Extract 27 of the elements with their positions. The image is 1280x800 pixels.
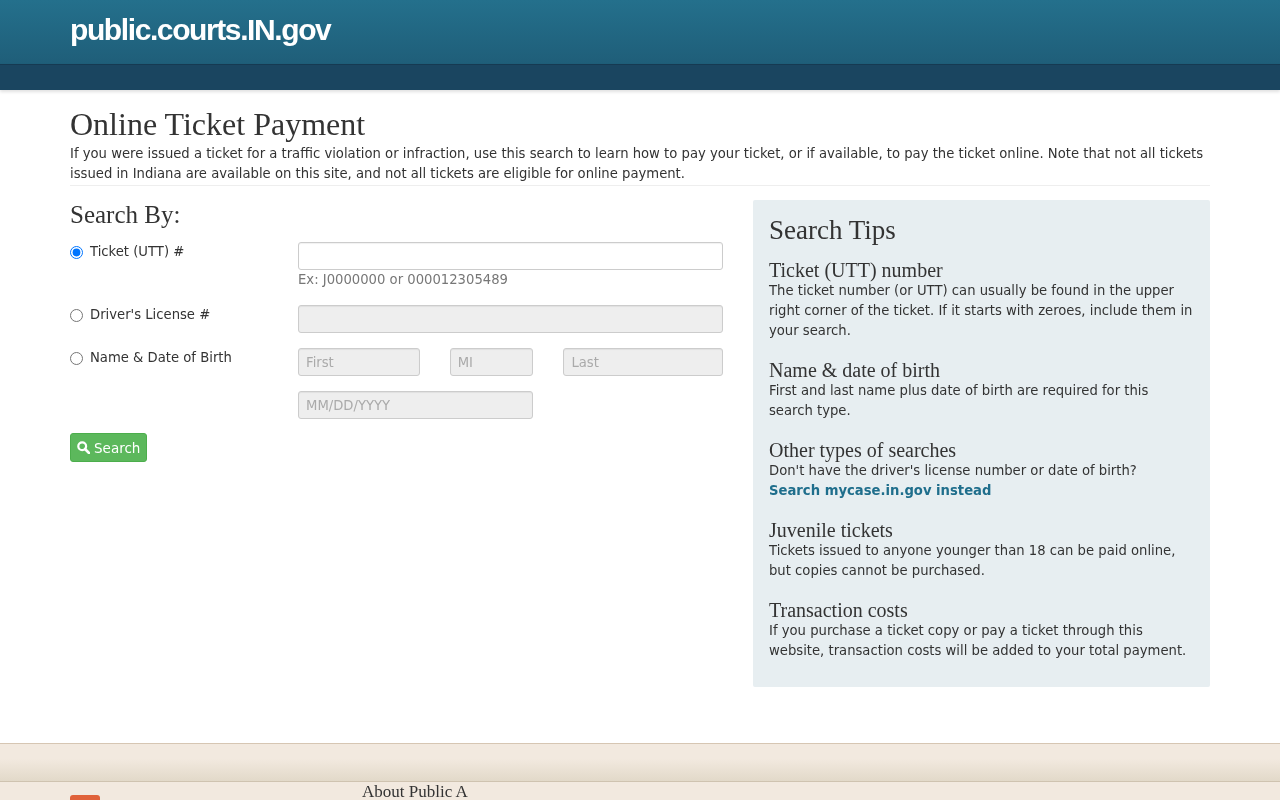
site-logo-link[interactable]: public.courts.IN.gov	[70, 10, 331, 50]
input-field[interactable]	[298, 242, 723, 270]
tip-heading: Ticket (UTT) number	[769, 259, 944, 281]
tip-heading: Juvenile tickets	[769, 519, 894, 541]
search-link[interactable]: Search mycase.in.gov instead	[769, 483, 992, 498]
tip-heading: Name & date of birth	[769, 359, 942, 381]
tip-heading: Transaction costs	[769, 599, 909, 621]
tip-text: If you purchase a ticket copy or pay a ticket through this website, transaction costs will be added to your total payment.	[769, 622, 1188, 660]
option-label[interactable]: Name & Date of Birth	[90, 348, 232, 368]
tip-heading: Other types of searches	[769, 439, 958, 461]
tip-text: Tickets issued to anyone younger than 18 can be paid online, but copies cannot be purchased.	[769, 542, 1177, 580]
radio-button[interactable]	[70, 351, 83, 365]
tip-text: The ticket number (or UTT) can usually be found in the upper right corner of the ticket. If it starts with zeroes, include them in your search.	[769, 282, 1194, 340]
tip-text: Don't have the driver's license number or date of birth? Search mycase.in.gov instead	[769, 462, 1138, 500]
radio-button[interactable]	[70, 308, 83, 322]
tip-text: First and last name plus date of birth are required for this search type.	[769, 382, 1150, 420]
panel-title: Search Tips	[769, 215, 897, 245]
search-icon	[77, 441, 90, 454]
page-title: Online Ticket Payment	[70, 106, 367, 142]
tile-icon	[70, 795, 100, 800]
radio-button[interactable]	[70, 245, 83, 259]
footer-heading: About Public A	[362, 783, 469, 800]
option-label[interactable]: Driver's License #	[90, 305, 211, 325]
intro-text: If you were issued a ticket for a traffic violation or infraction, use this search to learn how to pay your ticket, or if available, to pay the ticket online. Note that not all tickets issued in Indiana are available on this site, and not all tickets are eligible for online payment.	[70, 145, 1205, 183]
section-heading: Search By:	[70, 200, 182, 230]
option-label[interactable]: Ticket (UTT) #	[90, 242, 185, 262]
help-text: Ex: J0000000 or 000012305489	[298, 271, 509, 289]
